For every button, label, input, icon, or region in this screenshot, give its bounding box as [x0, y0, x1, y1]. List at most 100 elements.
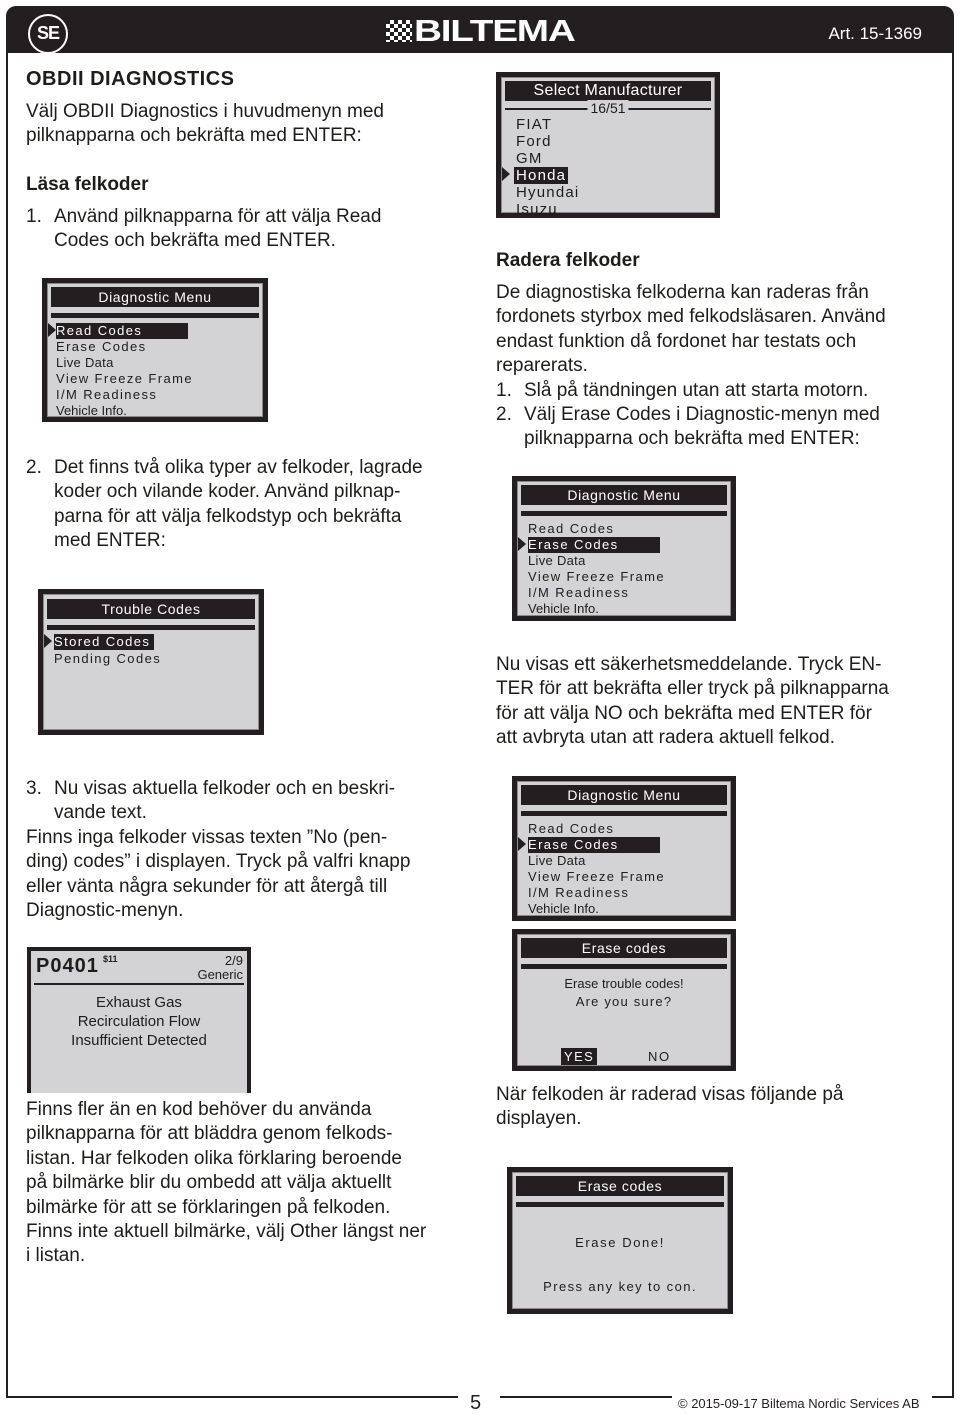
menu-item-erase-codes[interactable]: Erase Codes: [528, 837, 660, 853]
step-number: 2.: [26, 457, 42, 478]
footer-rule: [500, 1396, 672, 1398]
lcd-divider: [521, 964, 727, 969]
lcd-select-manufacturer: Select Manufacturer 16/51 FIAT Ford GM H…: [496, 72, 720, 218]
menu-item-vehicle-info[interactable]: Vehicle Info.: [56, 403, 127, 419]
code-mode: $11: [103, 954, 118, 964]
lcd-title: Erase codes: [516, 1176, 724, 1196]
step-3-read: 3. Nu visas aktuella felkoder och en bes…: [26, 777, 395, 826]
lcd-divider: [47, 625, 255, 630]
menu-item-im-readiness[interactable]: I/M Readiness: [56, 387, 157, 403]
step-1-erase: 1. Slå på tändningen utan att starta mot…: [496, 379, 868, 403]
lcd-divider: [34, 983, 244, 985]
lcd-title: Diagnostic Menu: [521, 485, 727, 505]
manufacturer-ford[interactable]: Ford: [516, 133, 552, 150]
manufacturer-gm[interactable]: GM: [516, 150, 543, 167]
step-number: 3.: [26, 778, 42, 799]
menu-item-view-freeze-frame[interactable]: View Freeze Frame: [56, 371, 193, 387]
text-line: Välj OBDII Diagnostics i huvudmenyn med: [26, 101, 384, 122]
erase-done-text: När felkoden är raderad visas följande p…: [496, 1083, 843, 1132]
confirm-question: Are you sure?: [575, 994, 673, 1009]
text-line: endast funktion då fordonet har testats …: [496, 330, 857, 352]
manufacturer-isuzu[interactable]: Isuzu: [516, 201, 558, 218]
lcd-title: Trouble Codes: [47, 599, 255, 619]
lcd-divider: [516, 1202, 724, 1207]
menu-item-live-data[interactable]: Live Data: [528, 853, 586, 869]
menu-item-vehicle-info[interactable]: Vehicle Info.: [528, 901, 599, 917]
manufacturer-honda[interactable]: Honda: [514, 167, 569, 184]
menu-item-im-readiness[interactable]: I/M Readiness: [528, 585, 629, 601]
text-line: bilmärke för att se förklaringen på felk…: [26, 1196, 391, 1218]
text-line: att avbryta utan att radera aktuell felk…: [496, 727, 836, 749]
footer-rule: [6, 1396, 458, 1398]
lcd-divider: [521, 511, 727, 516]
text-line: fordonets styrbox med felkodsläsaren. An…: [496, 306, 886, 328]
lcd-erase-done: Erase codes Erase Done! Press any key to…: [507, 1167, 733, 1314]
menu-item-live-data[interactable]: Live Data: [56, 355, 114, 371]
lcd-screen: Diagnostic Menu Read Codes Erase Codes L…: [517, 781, 731, 916]
text-line: pilknapparna och bekräfta med ENTER:: [26, 125, 362, 147]
erase-intro-text: De diagnostiska felkoderna kan raderas f…: [496, 281, 886, 379]
selection-pointer-icon: [502, 167, 510, 181]
footer-rule: [932, 1396, 954, 1398]
copyright: © 2015-09-17 Biltema Nordic Services AB: [678, 1396, 920, 1411]
manufacturer-count: 16/51: [587, 100, 629, 116]
text-line: reparerats.: [496, 355, 588, 377]
menu-item-view-freeze-frame[interactable]: View Freeze Frame: [528, 569, 665, 585]
yes-button[interactable]: YES: [561, 1048, 598, 1065]
text-line: Insufficient Detected: [71, 1032, 207, 1049]
step-1-read: 1. Använd pilknapparna för att välja Rea…: [26, 205, 381, 254]
text-line: Det finns två olika typer av felkoder, l…: [54, 457, 423, 478]
menu-item-read-codes[interactable]: Read Codes: [56, 323, 188, 339]
lcd-divider: [521, 811, 727, 816]
page-number: 5: [470, 1392, 482, 1414]
lcd-title: Diagnostic Menu: [51, 287, 259, 307]
lcd-erase-confirm: Erase codes Erase trouble codes! Are you…: [512, 929, 736, 1071]
code-type: Generic: [197, 967, 243, 982]
text-line: Finns inga felkoder vissas texten ”No (p…: [26, 827, 388, 848]
no-button[interactable]: NO: [648, 1048, 671, 1065]
text-line: Nu visas aktuella felkoder och en beskri…: [54, 778, 396, 799]
text-line: Använd pilknapparna för att välja Read: [54, 206, 382, 227]
menu-item-view-freeze-frame[interactable]: View Freeze Frame: [528, 869, 665, 885]
heading-erase-codes: Radera felkoder: [496, 250, 640, 271]
manufacturer-hyundai[interactable]: Hyundai: [516, 184, 579, 201]
lcd-screen: Select Manufacturer 16/51 FIAT Ford GM H…: [501, 77, 715, 218]
text-line: på bilmärke blir du ombedd att välja akt…: [26, 1172, 392, 1194]
menu-item-stored-codes[interactable]: Stored Codes: [54, 634, 155, 650]
text-line: Exhaust Gas: [96, 994, 182, 1011]
menu-item-vehicle-info[interactable]: Vehicle Info.: [528, 601, 599, 617]
lcd-screen: Diagnostic Menu Read Codes Erase Codes L…: [47, 283, 263, 419]
text-line: Finns inte aktuell bilmärke, välj Other …: [26, 1221, 427, 1243]
text-line: eller vänta några sekunder för att återg…: [26, 875, 388, 897]
menu-item-read-codes[interactable]: Read Codes: [528, 821, 614, 837]
manufacturer-fiat[interactable]: FIAT: [516, 116, 552, 133]
lcd-title: Erase codes: [521, 938, 727, 958]
heading-read-codes: Läsa felkoder: [26, 174, 149, 195]
menu-item-erase-codes[interactable]: Erase Codes: [528, 537, 660, 553]
lcd-title: Select Manufacturer: [505, 81, 711, 101]
menu-item-pending-codes[interactable]: Pending Codes: [54, 651, 161, 667]
selection-pointer-icon: [48, 323, 56, 337]
text-line: Finns fler än en kod behöver du använda: [26, 1099, 372, 1120]
step-3-continued: Finns inga felkoder vissas texten ”No (p…: [26, 826, 410, 924]
text-line: Diagnostic-menyn.: [26, 900, 184, 922]
page-frame-right: [952, 53, 954, 1398]
page-frame-left: [6, 53, 8, 1398]
text-line: De diagnostiska felkoderna kan raderas f…: [496, 282, 869, 303]
text-line: Nu visas ett säkerhetsmeddelande. Tryck …: [496, 654, 882, 675]
code-description: Exhaust Gas Recirculation Flow Insuffici…: [31, 993, 247, 1050]
step-2-erase: 2. Välj Erase Codes i Diagnostic-menyn m…: [496, 403, 880, 452]
menu-item-read-codes[interactable]: Read Codes: [528, 521, 614, 537]
intro-text: Välj OBDII Diagnostics i huvudmenyn med …: [26, 100, 384, 149]
menu-item-im-readiness[interactable]: I/M Readiness: [528, 885, 629, 901]
lcd-title: Diagnostic Menu: [521, 785, 727, 805]
text-line: Recirculation Flow: [77, 1013, 201, 1030]
menu-item-erase-codes[interactable]: Erase Codes: [56, 339, 147, 355]
text-line: listan. Har felkoden olika förklaring be…: [26, 1147, 402, 1169]
text-line: Slå på tändningen utan att starta motorn…: [524, 380, 869, 401]
menu-item-live-data[interactable]: Live Data: [528, 553, 586, 569]
lcd-divider: [51, 313, 259, 318]
text-line: Välj Erase Codes i Diagnostic-menyn med: [524, 404, 880, 425]
text-line: När felkoden är raderad visas följande p…: [496, 1084, 844, 1105]
safety-message-text: Nu visas ett säkerhetsmeddelande. Tryck …: [496, 653, 889, 751]
